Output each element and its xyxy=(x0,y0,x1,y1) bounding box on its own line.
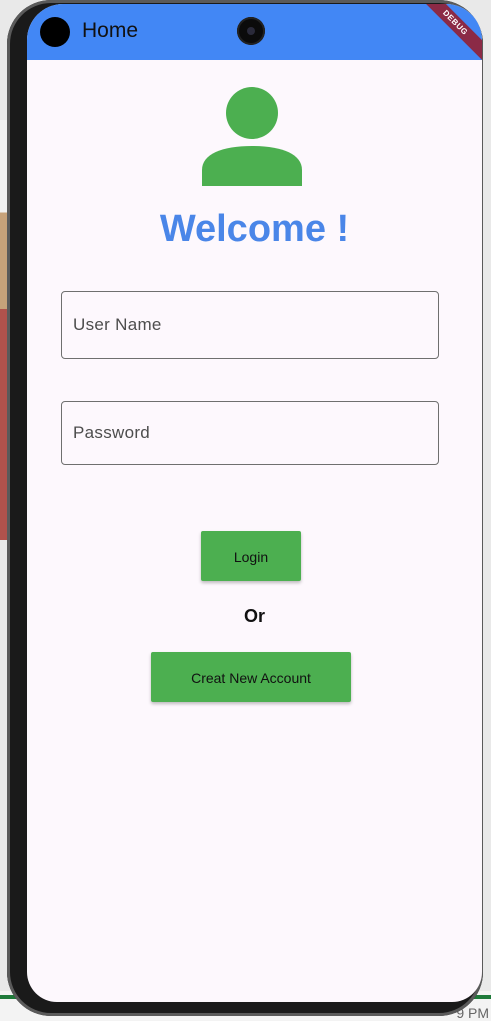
avatar[interactable] xyxy=(40,17,70,47)
password-input[interactable] xyxy=(62,402,438,464)
app-bar: Home DEBUG xyxy=(27,4,482,67)
username-input[interactable] xyxy=(62,292,438,358)
create-account-button[interactable]: Creat New Account xyxy=(151,652,351,702)
username-field[interactable] xyxy=(61,291,439,359)
page-title: Home xyxy=(82,19,139,42)
phone-frame: Home DEBUG Welcome ! Login Or Creat New … xyxy=(7,0,483,1016)
front-camera-icon xyxy=(237,17,265,45)
debug-banner: DEBUG xyxy=(411,4,482,67)
person-icon xyxy=(202,87,302,186)
phone-screen: Home DEBUG Welcome ! Login Or Creat New … xyxy=(27,4,482,1002)
or-separator: Or xyxy=(243,606,265,626)
welcome-heading: Welcome ! xyxy=(159,208,350,250)
password-field[interactable] xyxy=(61,401,439,465)
login-button[interactable]: Login xyxy=(201,531,301,581)
